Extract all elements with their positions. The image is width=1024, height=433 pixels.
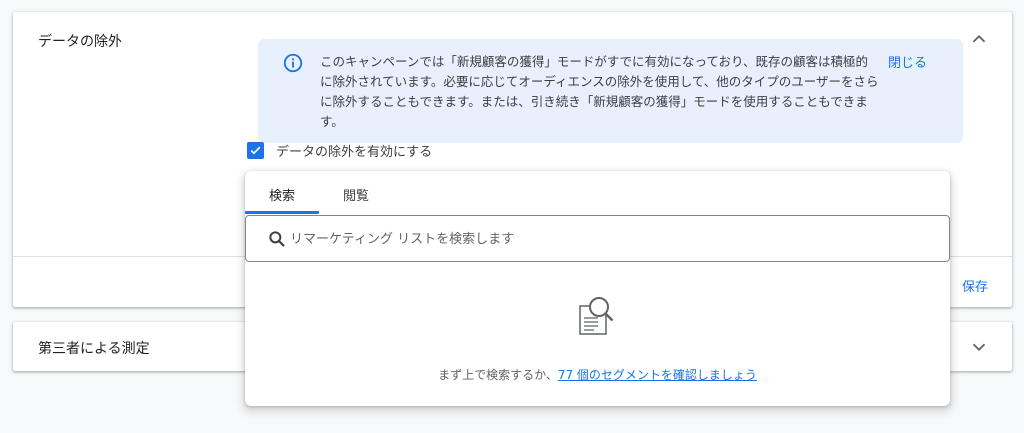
save-button[interactable]: 保存 <box>962 276 988 295</box>
tab-search[interactable]: 検索 <box>269 185 295 204</box>
document-search-icon <box>579 297 614 335</box>
empty-state-hint: まず上で検索するか、77 個のセグメントを確認しましょう <box>245 366 950 383</box>
enable-data-exclusion-checkbox[interactable] <box>247 142 264 159</box>
checkbox-label: データの除外を有効にする <box>276 145 433 160</box>
browse-segments-link[interactable]: 77 個のセグメントを確認しましょう <box>558 368 757 382</box>
search-icon <box>269 231 285 247</box>
chevron-down-icon[interactable] <box>968 336 990 358</box>
audience-search-panel: 検索 閲覧 まず上で検索するか、77 個のセグメントを確認しましょう <box>245 171 950 406</box>
section-title-data-exclusion: データの除外 <box>38 34 122 50</box>
close-banner-button[interactable]: 閉じる <box>888 52 927 71</box>
chevron-up-icon[interactable] <box>968 28 990 50</box>
tab-browse[interactable]: 閲覧 <box>343 185 369 204</box>
active-tab-indicator <box>245 211 319 214</box>
search-box[interactable] <box>245 215 950 262</box>
search-input[interactable] <box>290 226 890 252</box>
info-icon <box>283 53 303 73</box>
check-icon <box>250 146 261 155</box>
empty-state-prefix: まず上で検索するか、 <box>438 368 558 382</box>
info-banner: このキャンペーンでは「新規顧客の獲得」モードがすでに有効になっており、既存の顧客… <box>258 39 963 143</box>
enable-data-exclusion-row[interactable]: データの除外を有効にする <box>247 141 432 160</box>
info-banner-text: このキャンペーンでは「新規顧客の獲得」モードがすでに有効になっており、既存の顧客… <box>320 54 879 129</box>
section-title-third-party: 第三者による測定 <box>38 341 150 357</box>
